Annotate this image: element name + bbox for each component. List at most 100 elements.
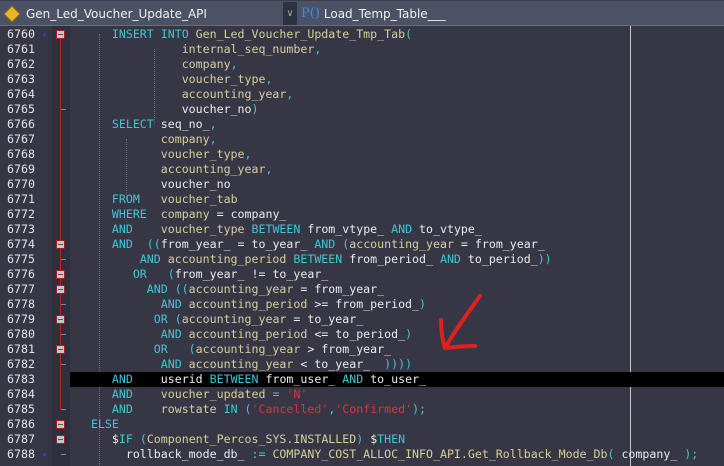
code-line[interactable]: 6768 voucher_type, xyxy=(0,147,724,162)
code-token: )))) xyxy=(384,357,413,371)
code-line[interactable]: 6783 AND userid BETWEEN from_user_ AND t… xyxy=(0,372,724,387)
code-line[interactable]: 6779 OR (accounting_year = to_year_ xyxy=(0,312,724,327)
code-token: := xyxy=(251,447,273,461)
code-token: ELSE xyxy=(90,417,119,431)
line-number: 6777 xyxy=(7,282,35,296)
code-token: ( xyxy=(188,342,196,356)
code-text[interactable]: AND ((accounting_year = from_year_ xyxy=(70,282,724,297)
code-text[interactable]: $IF (Component_Percos_SYS.INSTALLED) $TH… xyxy=(70,432,724,447)
annotation-arrow xyxy=(439,294,482,351)
code-line[interactable]: 6781 OR (accounting_year > from_year_ xyxy=(0,342,724,357)
code-text[interactable]: voucher_no) xyxy=(70,102,724,117)
line-number: 6778 xyxy=(7,297,35,311)
fold-end-marker xyxy=(61,304,66,305)
code-token: AND xyxy=(160,357,189,371)
code-line[interactable]: 6782 AND accounting_year < to_year_ )))) xyxy=(0,357,724,372)
collapse-icon[interactable] xyxy=(56,435,65,444)
code-line[interactable]: 6784 AND voucher_updated = 'N' xyxy=(0,387,724,402)
code-line[interactable]: 6787 $IF (Component_Percos_SYS.INSTALLED… xyxy=(0,432,724,447)
code-token: ) xyxy=(251,102,259,116)
collapse-icon[interactable] xyxy=(56,30,65,39)
code-text[interactable]: rollback_mode_db_ := COMPANY_COST_ALLOC_… xyxy=(70,447,724,462)
chevron-down-icon[interactable]: ∨ xyxy=(283,2,297,25)
code-text[interactable]: voucher_type, xyxy=(70,147,724,162)
code-text[interactable]: company, xyxy=(70,132,724,147)
code-token: company xyxy=(160,132,210,146)
bookmark-dot-icon[interactable] xyxy=(43,33,46,36)
code-line[interactable]: 6771 FROM voucher_tab xyxy=(0,192,724,207)
collapse-icon[interactable] xyxy=(56,420,65,429)
code-text[interactable]: accounting_year, xyxy=(70,162,724,177)
code-text[interactable]: AND rowstate IN ('Cancelled','Confirmed'… xyxy=(70,402,724,417)
code-token: IN xyxy=(223,402,245,416)
code-line[interactable]: 6778 AND accounting_period >= from_perio… xyxy=(0,297,724,312)
code-line[interactable]: 6769 accounting_year, xyxy=(0,162,724,177)
code-text[interactable]: AND accounting_period >= from_period_) xyxy=(70,297,724,312)
code-text[interactable]: AND accounting_period <= to_period_) xyxy=(70,327,724,342)
code-text[interactable]: WHERE company = company_ xyxy=(70,207,724,222)
code-line[interactable]: 6785 AND rowstate IN ('Cancelled','Confi… xyxy=(0,402,724,417)
collapse-icon[interactable] xyxy=(56,240,65,249)
code-text[interactable]: OR (accounting_year = to_year_ xyxy=(70,312,724,327)
code-text[interactable]: AND voucher_type BETWEEN from_vtype_ AND… xyxy=(70,222,724,237)
line-number: 6785 xyxy=(7,402,35,416)
code-token: to_period_ xyxy=(467,252,538,266)
procedure-selector[interactable]: P() Load_Temp_Table___ xyxy=(301,1,446,26)
code-text[interactable]: AND voucher_updated = 'N' xyxy=(70,387,724,402)
code-line[interactable]: 6762 company, xyxy=(0,57,724,72)
code-token: voucher_updated xyxy=(160,387,273,401)
code-line[interactable]: 6772 WHERE company = company_ xyxy=(0,207,724,222)
code-line[interactable]: 6775 AND accounting_period BETWEEN from_… xyxy=(0,252,724,267)
code-text[interactable]: internal_seq_number, xyxy=(70,42,724,57)
code-line[interactable]: 6770 voucher_no xyxy=(0,177,724,192)
line-number: 6779 xyxy=(7,312,35,326)
code-text[interactable]: AND userid BETWEEN from_user_ AND to_use… xyxy=(70,372,724,387)
code-line[interactable]: 6786 ELSE xyxy=(0,417,724,432)
collapse-icon[interactable] xyxy=(56,285,65,294)
code-line[interactable]: 6764 accounting_year, xyxy=(0,87,724,102)
code-line[interactable]: 6760 INSERT INTO Gen_Led_Voucher_Update_… xyxy=(0,27,724,42)
object-selector[interactable]: Gen_Led_Voucher_Update_API xyxy=(0,1,282,26)
bookmark-dot-icon[interactable] xyxy=(43,453,46,456)
code-text[interactable]: ELSE xyxy=(70,417,724,432)
code-line[interactable]: 6763 voucher_type, xyxy=(0,72,724,87)
code-line[interactable]: 6765 voucher_no) xyxy=(0,102,724,117)
code-token: , xyxy=(286,87,294,101)
code-line[interactable]: 6766 SELECT seq_no_, xyxy=(0,117,724,132)
code-line[interactable]: 6776 OR (from_year_ != to_year_ xyxy=(0,267,724,282)
code-line[interactable]: 6774 AND ((from_year_ = to_year_ AND (ac… xyxy=(0,237,724,252)
code-token: voucher_type xyxy=(160,147,245,161)
code-line[interactable]: 6780 AND accounting_period <= to_period_… xyxy=(0,327,724,342)
code-line[interactable]: 6773 AND voucher_type BETWEEN from_vtype… xyxy=(0,222,724,237)
code-token: OR xyxy=(153,342,189,356)
code-token: , xyxy=(265,72,273,86)
code-text[interactable]: OR (from_year_ != to_year_ xyxy=(70,267,724,282)
code-text[interactable]: AND accounting_period BETWEEN from_perio… xyxy=(70,252,724,267)
code-text[interactable]: accounting_year, xyxy=(70,87,724,102)
code-token: 'Confirmed' xyxy=(335,402,413,416)
code-line[interactable]: 6767 company, xyxy=(0,132,724,147)
code-text[interactable]: AND accounting_year < to_year_ )))) xyxy=(70,357,724,372)
code-text[interactable]: company, xyxy=(70,57,724,72)
collapse-icon[interactable] xyxy=(56,270,65,279)
collapse-icon[interactable] xyxy=(56,345,65,354)
code-text[interactable]: INSERT INTO Gen_Led_Voucher_Update_Tmp_T… xyxy=(70,27,724,42)
code-line[interactable]: 6788 rollback_mode_db_ := COMPANY_COST_A… xyxy=(0,447,724,462)
collapse-icon[interactable] xyxy=(56,315,65,324)
code-line[interactable]: 6777 AND ((accounting_year = from_year_ xyxy=(0,282,724,297)
code-text[interactable]: SELECT seq_no_, xyxy=(70,117,724,132)
code-text[interactable]: OR (accounting_year > from_year_ xyxy=(70,342,724,357)
code-text[interactable]: FROM voucher_tab xyxy=(70,192,724,207)
code-token: AND xyxy=(160,327,189,341)
code-line[interactable]: 6761 internal_seq_number, xyxy=(0,42,724,57)
code-text[interactable]: voucher_no xyxy=(70,177,724,192)
code-text[interactable]: AND ((from_year_ = to_year_ AND (account… xyxy=(70,237,724,252)
line-number: 6772 xyxy=(7,207,35,221)
code-token: < to_year_ xyxy=(300,357,385,371)
code-text[interactable]: voucher_type, xyxy=(70,72,724,87)
